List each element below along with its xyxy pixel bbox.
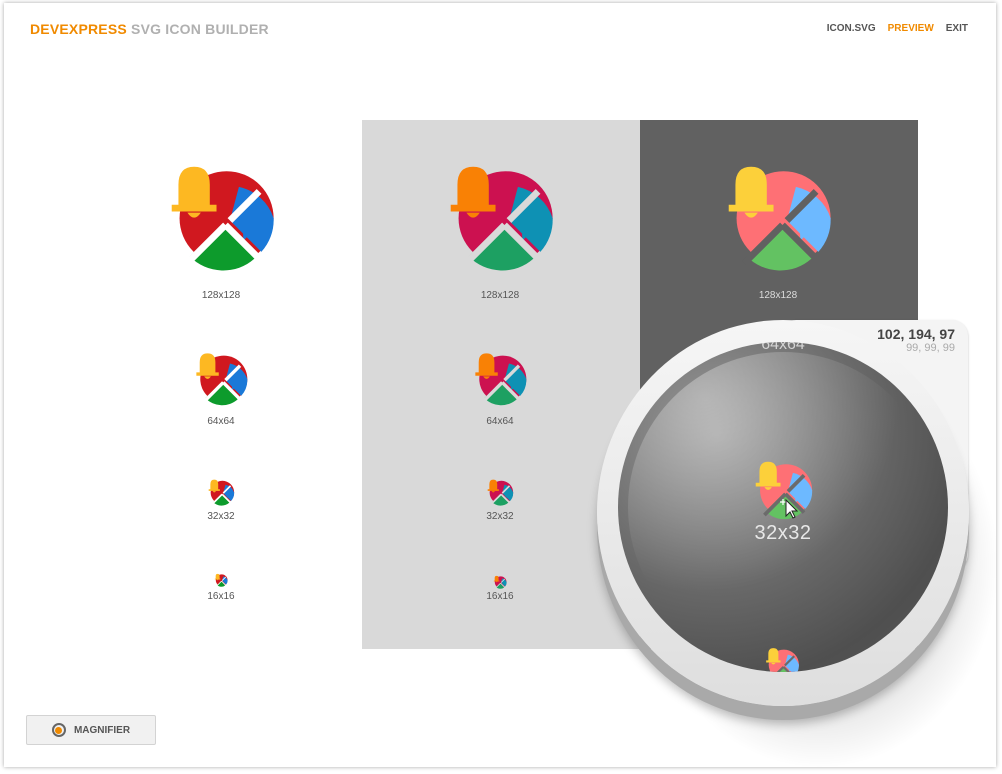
size-label-white-32x32: 32x32	[207, 511, 235, 522]
pixel-rgb-value: 102, 194, 97	[877, 326, 955, 342]
magnified-icon-bottom	[764, 646, 800, 672]
app-title: DEVEXPRESS SVG ICON BUILDER	[30, 21, 269, 37]
top-nav: ICON.SVG PREVIEW EXIT	[827, 23, 968, 34]
preview-icon-light-32x32	[486, 478, 514, 511]
nav-preview[interactable]: PREVIEW	[888, 23, 934, 34]
magnified-size-label: 32x32	[754, 522, 812, 544]
preview-icon-light-128x128	[444, 160, 556, 277]
size-label-light-64x64: 64x64	[486, 416, 514, 427]
nav-exit[interactable]: EXIT	[946, 23, 968, 34]
preview-icon-white-32x32	[207, 478, 235, 511]
size-label-light-128x128: 128x128	[480, 290, 520, 301]
magnifier-button-label: MAGNIFIER	[73, 724, 131, 736]
magnifier-icon	[51, 723, 66, 737]
preview-icon-white-128x128	[165, 160, 277, 277]
magnifier-lens[interactable]: 64x64 32x32	[618, 342, 948, 672]
brand-name: DEVEXPRESS	[30, 21, 127, 37]
preview-icon-white-64x64	[193, 350, 249, 411]
size-label-light-32x32: 32x32	[486, 511, 514, 522]
preview-icon-white-16x16	[214, 573, 228, 592]
magnified-label-top: 64x64	[761, 342, 805, 353]
nav-icon-svg[interactable]: ICON.SVG	[827, 23, 876, 34]
background-rgb-value: 99, 99, 99	[906, 342, 955, 354]
size-label-dark-128x128: 128x128	[758, 290, 798, 301]
preview-icon-light-64x64	[472, 350, 528, 411]
magnifier-button[interactable]: MAGNIFIER	[26, 715, 156, 745]
size-label-white-128x128: 128x128	[201, 290, 241, 301]
preview-icon-dark-128x128	[722, 160, 834, 277]
size-label-light-16x16: 16x16	[486, 591, 514, 602]
crosshair-cursor-icon	[780, 498, 798, 519]
size-label-white-16x16: 16x16	[207, 591, 235, 602]
app-name: SVG ICON BUILDER	[131, 21, 269, 37]
size-label-white-64x64: 64x64	[207, 416, 235, 427]
